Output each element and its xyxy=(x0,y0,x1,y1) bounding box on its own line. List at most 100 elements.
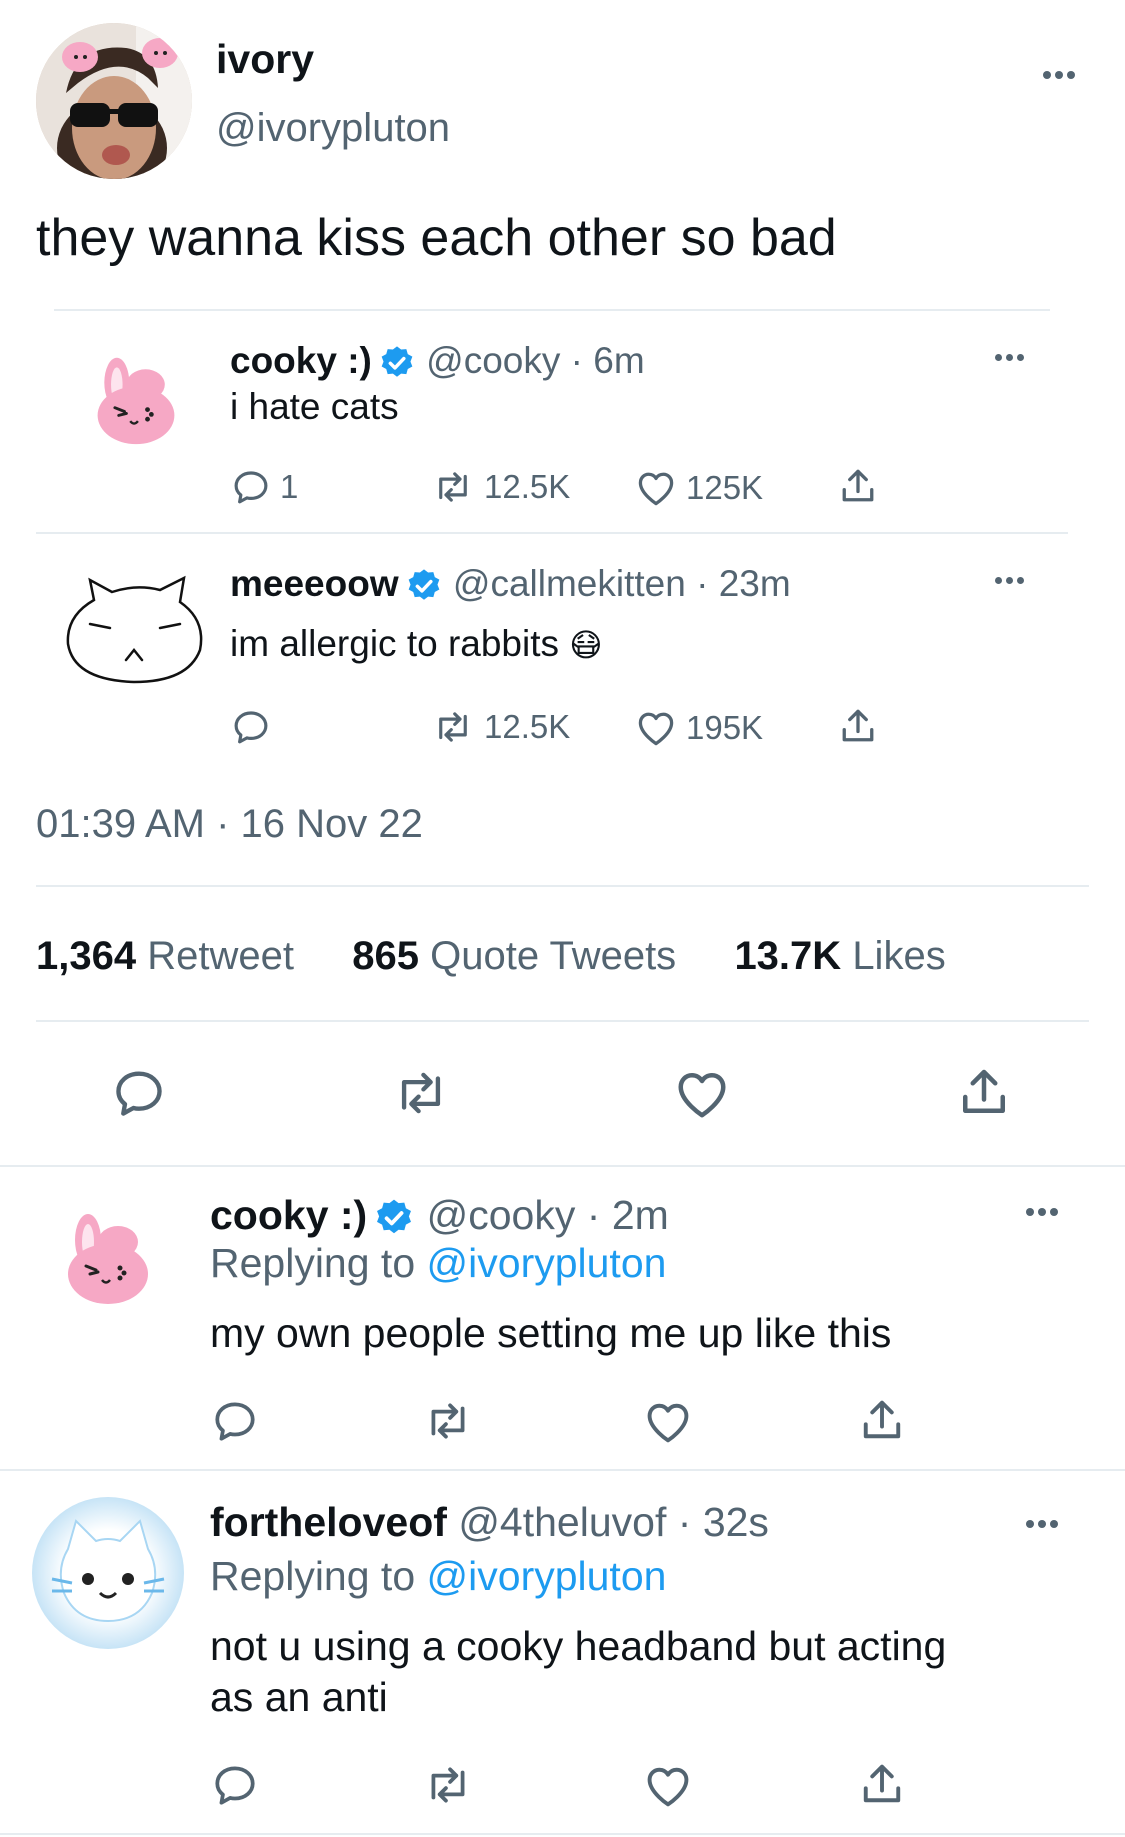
verified-icon xyxy=(375,1197,414,1236)
separator: · xyxy=(570,340,583,381)
replying-label: Replying to xyxy=(210,1240,416,1286)
reply-1-name[interactable]: cooky :) xyxy=(210,1192,367,1238)
main-author-name[interactable]: ivory xyxy=(216,36,314,83)
quoted-2-retweet-button[interactable]: 12.5K xyxy=(430,706,570,748)
quoted-1-share-button[interactable] xyxy=(836,464,880,508)
reply-2-retweet-button[interactable] xyxy=(420,1760,476,1810)
reply-1-reply-button[interactable] xyxy=(210,1396,260,1446)
quoted-1-more-icon[interactable] xyxy=(995,354,1024,361)
share-icon xyxy=(842,469,874,502)
quoted-2-reply-button[interactable] xyxy=(230,706,280,748)
separator: · xyxy=(677,1499,692,1545)
reply-1-replying-to: Replying to @ivorypluton xyxy=(210,1240,666,1287)
share-icon xyxy=(863,1764,901,1803)
quoted-2-text: im allergic to rabbits xyxy=(230,623,560,664)
reply-1-handle[interactable]: @cooky xyxy=(427,1192,576,1238)
reply-2-avatar[interactable] xyxy=(32,1497,184,1649)
likes-stat[interactable]: 13.7K Likes xyxy=(734,934,945,978)
retweet-icon xyxy=(439,712,467,742)
quoted-1-header: cooky :) @cooky · 6m xyxy=(230,340,645,382)
quoted-1-retweet-button[interactable]: 12.5K xyxy=(430,466,570,508)
main-author-avatar[interactable] xyxy=(36,23,192,179)
quoted-1-handle[interactable]: @cooky xyxy=(426,340,560,381)
reply-icon xyxy=(215,1766,255,1805)
like-icon xyxy=(647,1767,689,1807)
main-like-button[interactable] xyxy=(672,1064,732,1124)
reply-2-like-button[interactable] xyxy=(642,1760,694,1812)
replying-label: Replying to xyxy=(210,1553,416,1599)
quoted-1-reply-count: 1 xyxy=(280,468,299,505)
retweets-count: 1,364 xyxy=(36,934,137,978)
retweets-stat[interactable]: 1,364 Retweet xyxy=(36,934,294,978)
quoted-1-like-count: 125K xyxy=(686,469,764,506)
quoted-2-handle[interactable]: @callmekitten xyxy=(453,563,686,604)
main-author-handle[interactable]: @ivorypluton xyxy=(216,106,450,151)
quotes-stat[interactable]: 865 Quote Tweets xyxy=(352,934,676,978)
retweet-icon xyxy=(439,472,467,502)
reply-1-header: cooky :) @cooky · 2m xyxy=(210,1192,669,1239)
likes-count: 13.7K xyxy=(734,934,842,978)
divider xyxy=(36,532,1068,534)
quoted-1-text: i hate cats xyxy=(230,386,399,427)
separator: · xyxy=(586,1192,601,1238)
reply-2-replying-to: Replying to @ivorypluton xyxy=(210,1553,666,1600)
quoted-1-name[interactable]: cooky :) xyxy=(230,340,372,381)
share-icon xyxy=(863,1400,901,1439)
reply-1-share-button[interactable] xyxy=(856,1394,908,1446)
quoted-2-share-button[interactable] xyxy=(836,704,880,748)
reply-2-more-icon[interactable] xyxy=(1026,1520,1058,1528)
reply-1-avatar[interactable] xyxy=(58,1196,158,1320)
main-more-icon[interactable] xyxy=(1043,71,1075,79)
quoted-2-text-row: im allergic to rabbits 😷 xyxy=(230,623,603,665)
quoted-avatar-cat[interactable] xyxy=(64,572,208,688)
cat-drawing-icon xyxy=(66,575,203,684)
reply-2-name[interactable]: fortheloveof xyxy=(210,1499,447,1545)
reply-1-more-icon[interactable] xyxy=(1026,1208,1058,1216)
divider xyxy=(36,1020,1089,1022)
like-icon xyxy=(638,472,674,506)
quoted-2-like-button[interactable]: 195K xyxy=(634,706,763,750)
main-retweet-button[interactable] xyxy=(388,1064,454,1122)
verified-icon xyxy=(406,567,441,602)
reply-2-handle[interactable]: @4theluvof xyxy=(458,1499,666,1545)
avatar-photo xyxy=(36,23,192,179)
quoted-2-name[interactable]: meeeoow xyxy=(230,563,399,604)
divider xyxy=(0,1469,1125,1471)
main-share-button[interactable] xyxy=(954,1062,1014,1122)
quoted-1-reply-button[interactable]: 1 xyxy=(230,466,298,508)
reply-2-time[interactable]: 32s xyxy=(703,1499,769,1545)
like-icon xyxy=(672,1064,732,1124)
main-reply-button[interactable] xyxy=(110,1064,168,1122)
reply-2-reply-button[interactable] xyxy=(210,1760,260,1810)
retweet-icon xyxy=(420,1760,476,1810)
mask-emoji: 😷 xyxy=(569,627,603,663)
verified-icon xyxy=(379,344,414,379)
replying-to-link[interactable]: @ivorypluton xyxy=(427,1553,667,1599)
cooky-avatar-icon xyxy=(66,1212,150,1306)
reply-1-retweet-button[interactable] xyxy=(420,1396,476,1446)
tweet-timestamp[interactable]: 01:39 AM · 16 Nov 22 xyxy=(36,802,423,847)
quotes-count: 865 xyxy=(352,934,419,978)
reply-icon xyxy=(110,1064,168,1122)
reply-2-share-button[interactable] xyxy=(856,1758,908,1810)
reply-icon xyxy=(234,471,268,504)
quoted-1-like-button[interactable]: 125K xyxy=(634,466,763,510)
main-tweet-text: they wanna kiss each other so bad xyxy=(36,209,837,267)
quoted-avatar-cooky[interactable] xyxy=(88,340,184,460)
retweet-icon xyxy=(420,1396,476,1446)
reply-2-header: fortheloveof @4theluvof · 32s xyxy=(210,1499,769,1546)
quotes-label: Quote Tweets xyxy=(430,934,677,978)
reply-1-time[interactable]: 2m xyxy=(612,1192,669,1238)
divider xyxy=(0,1833,1125,1835)
quoted-1-retweet-count: 12.5K xyxy=(484,468,571,505)
reply-1-like-button[interactable] xyxy=(642,1396,694,1448)
replying-to-link[interactable]: @ivorypluton xyxy=(427,1240,667,1286)
quoted-1-time[interactable]: 6m xyxy=(593,340,644,381)
reply-icon xyxy=(215,1402,255,1441)
divider xyxy=(0,1165,1125,1167)
quoted-2-time[interactable]: 23m xyxy=(719,563,791,604)
divider xyxy=(36,885,1089,887)
quoted-2-more-icon[interactable] xyxy=(995,577,1024,584)
separator: · xyxy=(696,563,709,604)
share-icon xyxy=(954,1062,1014,1122)
